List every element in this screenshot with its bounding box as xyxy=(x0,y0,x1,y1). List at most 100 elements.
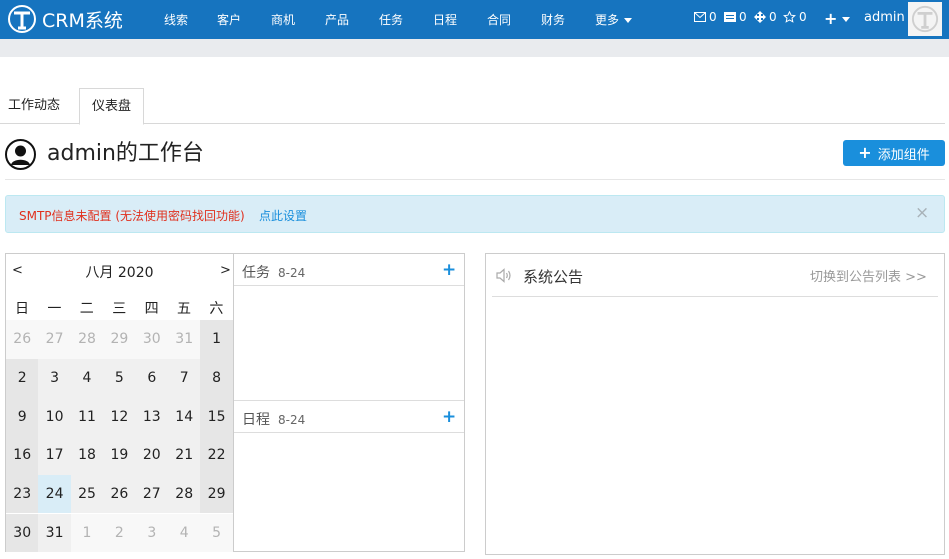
calendar-day[interactable]: 19 xyxy=(103,436,136,475)
calendar-day[interactable]: 2 xyxy=(103,513,136,553)
calendar-day[interactable]: 30 xyxy=(135,320,168,359)
calendar-day[interactable]: 3 xyxy=(38,358,71,398)
card-counter[interactable]: 0 xyxy=(724,10,747,24)
calendar-day[interactable]: 13 xyxy=(135,397,168,437)
add-widget-button[interactable]: + 添加组件 xyxy=(843,140,945,166)
star-counter[interactable]: 0 xyxy=(783,10,807,24)
calendar-prev-button[interactable]: < xyxy=(12,263,23,278)
schedule-label: 日程 xyxy=(242,412,270,428)
nav-finance[interactable]: 财务 xyxy=(541,11,565,28)
announcement-widget: 系统公告 切换到公告列表 >> xyxy=(485,253,945,555)
tab-dashboard[interactable]: 仪表盘 xyxy=(79,88,145,125)
calendar-day[interactable]: 6 xyxy=(135,358,168,398)
card-count: 0 xyxy=(739,10,747,24)
schedule-title: 日程 8-24 xyxy=(242,409,305,429)
nav-tasks[interactable]: 任务 xyxy=(379,11,403,28)
calendar-day[interactable]: 12 xyxy=(103,397,136,437)
calendar-day[interactable]: 31 xyxy=(168,320,201,359)
nav-more-label: 更多 xyxy=(595,13,620,27)
calendar-day[interactable]: 17 xyxy=(38,436,71,475)
tasks-date: 8-24 xyxy=(278,266,306,280)
nav-contracts[interactable]: 合同 xyxy=(487,11,511,28)
announcement-header: 系统公告 切换到公告列表 >> xyxy=(492,254,938,297)
calendar-day[interactable]: 31 xyxy=(38,513,71,553)
calendar-day[interactable]: 5 xyxy=(200,513,233,553)
calendar-day[interactable]: 24 xyxy=(38,474,71,514)
top-navbar: CRM系统 线索 客户 商机 产品 任务 日程 合同 财务 更多 0 0 0 0… xyxy=(0,0,949,39)
schedule-header: 日程 8-24 + xyxy=(234,401,464,433)
calendar-day[interactable]: 27 xyxy=(38,320,71,359)
plus-icon: + xyxy=(858,143,872,162)
calendar-day[interactable]: 26 xyxy=(103,474,136,514)
avatar[interactable] xyxy=(908,2,942,36)
alert-settings-link[interactable]: 点此设置 xyxy=(259,207,307,224)
add-schedule-icon[interactable]: + xyxy=(442,407,456,427)
tasks-schedule-panel: 任务 8-24 + 日程 8-24 + xyxy=(234,253,465,552)
calendar-day[interactable]: 9 xyxy=(6,397,39,437)
calendar-day[interactable]: 30 xyxy=(6,513,39,553)
tasks-title: 任务 8-24 xyxy=(242,262,305,282)
calendar-day[interactable]: 21 xyxy=(168,436,201,475)
message-counter[interactable]: 0 xyxy=(694,10,717,24)
tab-activity[interactable]: 工作动态 xyxy=(8,88,60,124)
calendar-day[interactable]: 20 xyxy=(135,436,168,475)
weekday-label: 日 xyxy=(15,301,29,317)
calendar-day[interactable]: 5 xyxy=(103,358,136,398)
nav-customers[interactable]: 客户 xyxy=(217,11,241,28)
calendar-day[interactable]: 8 xyxy=(200,358,233,398)
nav-schedule[interactable]: 日程 xyxy=(433,11,457,28)
nav-leads[interactable]: 线索 xyxy=(164,11,188,28)
smtp-alert: SMTP信息未配置 (无法使用密码找回功能) 点此设置 × xyxy=(5,195,945,233)
navbar-subband xyxy=(0,39,949,57)
calendar-day[interactable]: 1 xyxy=(200,320,233,359)
calendar-day[interactable]: 29 xyxy=(200,474,233,514)
calendar-day[interactable]: 10 xyxy=(38,397,71,437)
weekday-label: 二 xyxy=(79,301,94,317)
move-counter[interactable]: 0 xyxy=(754,10,777,24)
calendar-day[interactable]: 23 xyxy=(6,474,39,514)
star-icon xyxy=(783,11,796,23)
user-menu-name[interactable]: admin xyxy=(864,10,905,25)
card-icon xyxy=(724,12,736,22)
calendar-header: 八月 2020 < > xyxy=(6,254,233,286)
calendar-day[interactable]: 27 xyxy=(135,474,168,514)
nav-products[interactable]: 产品 xyxy=(325,11,349,28)
nav-more-dropdown[interactable]: 更多 xyxy=(595,11,633,28)
calendar-day[interactable]: 28 xyxy=(70,320,104,359)
add-task-icon[interactable]: + xyxy=(442,260,456,280)
calendar-day[interactable]: 2 xyxy=(6,358,39,398)
quick-add-dropdown[interactable]: + xyxy=(824,9,851,28)
calendar-day[interactable]: 26 xyxy=(6,320,39,359)
dashboard-tabs: 工作动态 仪表盘 xyxy=(0,88,945,125)
calendar-day[interactable]: 4 xyxy=(168,513,201,553)
weekday-label: 六 xyxy=(209,301,224,317)
weekday-label: 一 xyxy=(47,301,62,317)
calendar-day[interactable]: 11 xyxy=(70,397,104,437)
calendar-day[interactable]: 14 xyxy=(168,397,201,437)
brand-name: CRM系统 xyxy=(42,9,123,32)
calendar-next-button[interactable]: > xyxy=(220,263,231,278)
close-icon[interactable]: × xyxy=(915,204,929,222)
brand-logo[interactable]: CRM系统 xyxy=(6,2,123,36)
weekday-label: 三 xyxy=(112,301,127,317)
nav-opportunities[interactable]: 商机 xyxy=(271,11,295,28)
calendar-month-title: 八月 2020 xyxy=(85,265,154,281)
move-icon xyxy=(754,11,766,23)
divider xyxy=(5,179,945,180)
calendar-day[interactable]: 29 xyxy=(103,320,136,359)
move-count: 0 xyxy=(769,10,777,24)
weekday-label: 四 xyxy=(144,301,159,317)
calendar-day[interactable]: 28 xyxy=(168,474,201,514)
logo-mark-icon xyxy=(6,3,38,35)
calendar-day[interactable]: 4 xyxy=(70,358,104,398)
calendar-day[interactable]: 1 xyxy=(70,513,104,553)
calendar-day[interactable]: 7 xyxy=(168,358,201,398)
calendar-day[interactable]: 22 xyxy=(200,436,233,475)
calendar-day[interactable]: 15 xyxy=(200,397,233,437)
calendar-day[interactable]: 3 xyxy=(135,513,168,553)
calendar-day[interactable]: 18 xyxy=(70,436,104,475)
announcement-list-link[interactable]: 切换到公告列表 >> xyxy=(810,266,927,285)
calendar-day[interactable]: 16 xyxy=(6,436,39,475)
star-count: 0 xyxy=(799,10,807,24)
calendar-day[interactable]: 25 xyxy=(70,474,104,514)
